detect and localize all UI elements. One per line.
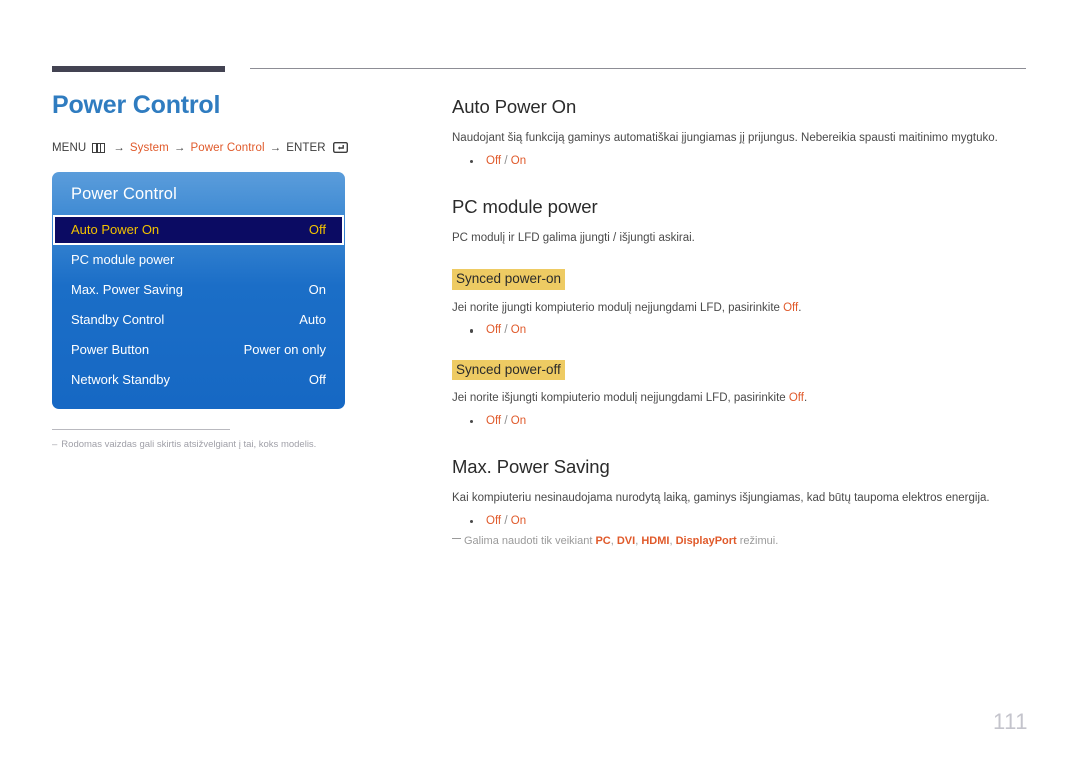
option-separator: /	[504, 324, 508, 337]
osd-row-label: Power Button	[71, 341, 150, 357]
footnote-max-power-saving: Galima naudoti tik veikiant PC, DVI, HDM…	[452, 534, 1028, 550]
osd-row-pc-module-power[interactable]: PC module power	[52, 245, 345, 275]
page-number: 111	[993, 709, 1028, 734]
page-title: Power Control	[52, 91, 221, 119]
section-body-synced-power-on: Jei norite įjungti kompiuterio modulį ne…	[452, 300, 1028, 317]
footnote-mode-pc: PC	[595, 535, 611, 548]
options-list-max-power-saving: Off / On	[452, 513, 1028, 530]
section-body-auto-power-on: Naudojant šią funkciją gaminys automatiš…	[452, 132, 998, 145]
breadcrumb-item-power-control[interactable]: Power Control	[190, 142, 264, 154]
list-item: Off / On	[470, 513, 1028, 530]
footnote-dash-icon	[452, 538, 461, 540]
osd-title: Power Control	[71, 184, 177, 203]
header-accent-rule	[52, 66, 225, 72]
option-on: On	[510, 154, 527, 167]
breadcrumb-arrow-3: →	[269, 141, 282, 154]
osd-row-auto-power-on[interactable]: Auto Power On Off	[53, 214, 344, 245]
option-off: Off	[486, 324, 502, 337]
menu-grid-icon	[92, 142, 106, 153]
osd-row-network-standby[interactable]: Network Standby Off	[52, 365, 345, 395]
right-column: Auto Power On Naudojant šią funkciją gam…	[452, 96, 1028, 550]
breadcrumb-arrow-1: →	[113, 141, 125, 154]
breadcrumb-menu-label: MENU	[52, 141, 87, 154]
section-body-pc-module-power: PC modulį ir LFD galima įjungti / išjung…	[452, 232, 695, 245]
options-list-auto-power-on: Off / On	[452, 153, 1028, 170]
footnote-text-post: režimui.	[736, 535, 779, 548]
option-off: Off	[486, 514, 502, 527]
option-on: On	[510, 414, 527, 427]
osd-row-value: Power on only	[243, 341, 326, 357]
body-accent-off: Off	[783, 301, 799, 314]
osd-row-value: Off	[308, 222, 326, 237]
list-item: Off / On	[470, 153, 1028, 170]
breadcrumb-item-system[interactable]: System	[130, 142, 169, 154]
breadcrumb-arrow-2: →	[173, 141, 186, 154]
list-item: Off / On	[470, 413, 1028, 430]
body-text-post: .	[804, 392, 808, 405]
left-footnote-rule	[52, 428, 230, 430]
section-title-max-power-saving: Max. Power Saving	[452, 456, 610, 477]
osd-panel: Power Control Auto Power On Off PC modul…	[52, 171, 345, 409]
osd-row-max-power-saving[interactable]: Max. Power Saving On	[52, 275, 345, 305]
left-column: Power Control MENU → System → Power Cont…	[52, 91, 412, 451]
footnote-dash: –	[52, 438, 58, 450]
breadcrumb-enter-label: ENTER	[286, 141, 326, 154]
options-list-synced-power-on: Off / On	[452, 322, 1028, 339]
section-title-auto-power-on: Auto Power On	[452, 96, 577, 117]
body-text-post: .	[798, 301, 802, 314]
body-text-pre: Jei norite išjungti kompiuterio modulį n…	[452, 392, 789, 405]
left-footnote: – Rodomas vaizdas gali skirtis atsižvelgi…	[52, 438, 352, 451]
osd-row-label: PC module power	[71, 251, 175, 267]
osd-row-value: Auto	[299, 311, 326, 327]
osd-row-value: Off	[308, 371, 326, 387]
osd-row-label: Max. Power Saving	[71, 281, 183, 297]
footnote-text: Rodomas vaizdas gali skirtis atsižvelgia…	[61, 438, 317, 450]
osd-row-label: Standby Control	[71, 311, 165, 327]
option-on: On	[510, 324, 527, 337]
osd-row-label: Auto Power On	[71, 222, 160, 237]
header-thin-rule	[250, 68, 1026, 69]
section-body-max-power-saving: Kai kompiuteriu nesinaudojama nurodytą l…	[452, 492, 990, 505]
footnote-text-pre: Galima naudoti tik veikiant	[464, 535, 596, 548]
option-separator: /	[504, 514, 508, 527]
breadcrumb: MENU → System → Power Control → ENTER	[52, 142, 412, 154]
enter-key-icon	[332, 142, 348, 153]
section-body-synced-power-off: Jei norite išjungti kompiuterio modulį n…	[452, 390, 1028, 407]
footnote-mode-hdmi: HDMI	[641, 535, 670, 548]
osd-row-label: Network Standby	[71, 371, 170, 387]
option-off: Off	[486, 414, 502, 427]
option-separator: /	[504, 414, 508, 427]
badge-synced-power-on: Synced power-on	[452, 269, 566, 290]
footnote-mode-dvi: DVI	[616, 535, 636, 548]
badge-synced-power-off: Synced power-off	[452, 359, 565, 381]
osd-row-value: On	[308, 281, 326, 297]
option-on: On	[510, 514, 527, 527]
list-item: Off / On	[470, 322, 1028, 339]
left-footnote-block: – Rodomas vaizdas gali skirtis atsižvelgi…	[52, 428, 352, 451]
body-accent-off: Off	[788, 392, 804, 405]
osd-row-standby-control[interactable]: Standby Control Auto	[52, 305, 345, 335]
header-rules	[52, 64, 1026, 74]
option-separator: /	[504, 154, 508, 167]
section-title-pc-module-power: PC module power	[452, 196, 598, 218]
options-list-synced-power-off: Off / On	[452, 413, 1028, 430]
body-text-pre: Jei norite įjungti kompiuterio modulį ne…	[452, 301, 784, 314]
footnote-mode-displayport: DisplayPort	[675, 535, 737, 548]
option-off: Off	[486, 154, 502, 167]
osd-row-power-button[interactable]: Power Button Power on only	[52, 335, 345, 365]
